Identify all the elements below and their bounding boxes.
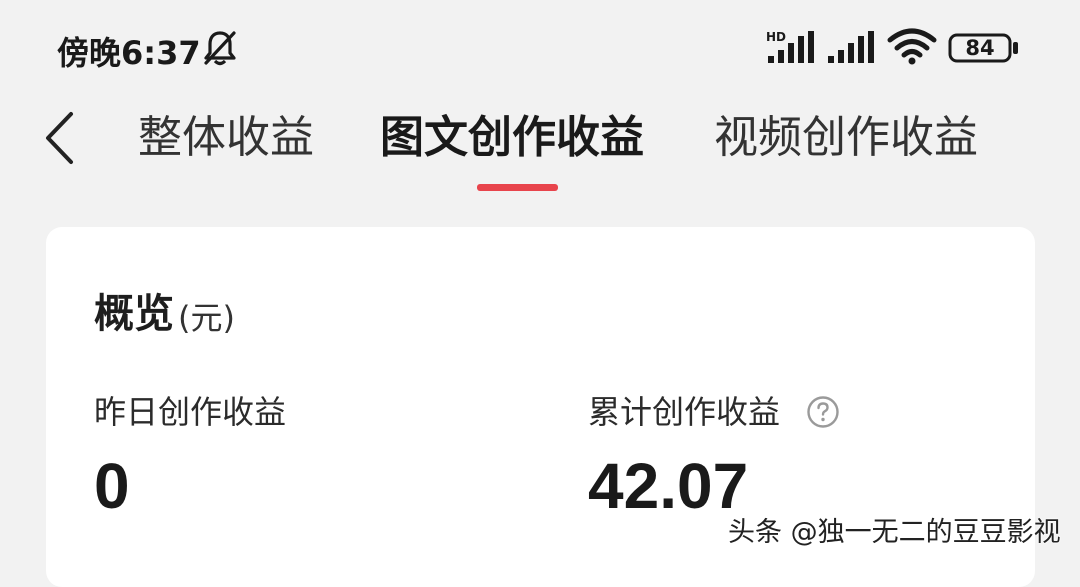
yesterday-earnings-value: 0 (94, 450, 130, 522)
yesterday-earnings-label: 昨日创作收益 (94, 393, 287, 431)
bell-muted-icon (204, 31, 236, 66)
chevron-left-icon[interactable] (40, 110, 80, 166)
signal-icon (828, 31, 874, 63)
question-circle-icon[interactable] (806, 395, 840, 429)
tab-overall-earnings[interactable]: 整体收益 (138, 108, 314, 168)
overview-unit: (元) (178, 299, 235, 337)
active-tab-indicator (477, 184, 558, 191)
tab-video-earnings[interactable]: 视频创作收益 (714, 108, 978, 168)
status-bar: 傍晚6:37 HD 84 (0, 0, 1080, 95)
overview-title: 概览 (94, 291, 174, 337)
wifi-icon (887, 28, 937, 65)
total-earnings-value: 42.07 (588, 450, 749, 522)
watermark: 头条 @独一无二的豆豆影视 (728, 517, 1061, 548)
network-type-label: HD (766, 30, 786, 44)
status-time: 傍晚6:37 (57, 34, 201, 72)
battery-level: 84 (965, 36, 995, 60)
total-earnings-label: 累计创作收益 (588, 393, 781, 431)
tab-article-earnings[interactable]: 图文创作收益 (380, 108, 644, 168)
signal-hd-icon: HD (766, 30, 814, 63)
